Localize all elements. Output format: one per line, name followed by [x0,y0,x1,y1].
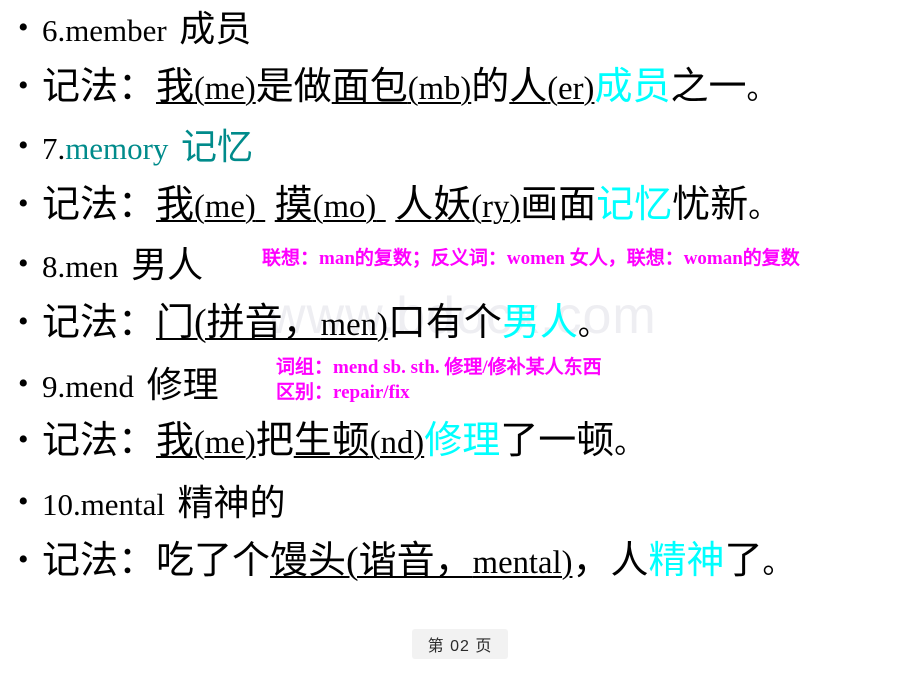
bullet-dot [14,182,42,226]
bullet-line-entry-8-mnemonic: 记法：门(拼音，men)口有个男人。 [14,300,914,348]
entry-6-mnemonic-text: 记法：我(me)是做面包(mb)的人(er)成员之一。 [42,66,777,108]
entry-9-headword-text: 9.mend 修理 [42,365,219,405]
entry-10-mnemonic-text: 记法：吃了个馒头(谐音，mental)，人精神了。 [42,540,793,582]
bullet-dot [14,242,42,286]
entry-10-headword-text: 10.mental 精神的 [42,483,286,523]
bullet-line-entry-10-mnemonic: 记法：吃了个馒头(谐音，mental)，人精神了。 [14,538,914,586]
bullet-line-entry-7-mnemonic: 记法：我(me) 摸(mo) 人妖(ry)画面记忆忧新。 [14,182,914,230]
bullet-dot [14,538,42,582]
bullet-dot [14,6,42,50]
bullet-line-entry-10-headword: 10.mental精神的 [14,480,914,528]
annotation-mend: 词组：mend sb. sth. 修理/修补某人东西 区别：repair/fix [276,355,916,405]
bullet-line-entry-9-mnemonic: 记法：我(me)把生顿(nd)修理了一顿。 [14,418,914,466]
bullet-line-entry-6-mnemonic: 记法：我(me)是做面包(mb)的人(er)成员之一。 [14,64,914,112]
bullet-line-entry-7-headword: 7.memory记忆 [14,124,914,172]
annotation-mend-line-2: 区别：repair/fix [276,382,410,403]
bullet-dot [14,418,42,462]
entry-6-headword-text: 6.member 成员 [42,9,252,49]
entry-8-headword-text: 8.men 男人 [42,245,204,285]
bullet-dot [14,64,42,108]
bullet-dot [14,362,42,406]
annotation-men: 联想：man的复数；反义词：women 女人，联想：woman的复数 [262,248,800,269]
slide-canvas: www.bdocx.com 6.member成员 记法：我(me)是做面包(mb… [0,0,920,690]
entry-7-headword-text: 7.memory 记忆 [42,127,253,167]
bullet-line-entry-6-headword: 6.member成员 [14,6,914,54]
entry-9-mnemonic-text: 记法：我(me)把生顿(nd)修理了一顿。 [42,420,645,462]
bullet-dot [14,300,42,344]
bullet-dot [14,124,42,168]
slide-footer: 第 02 页 [0,626,920,662]
page-number-label: 第 02 页 [427,638,493,655]
entry-8-mnemonic-text: 记法：门(拼音，men)口有个男人。 [42,302,609,344]
annotation-mend-line-1: 词组：mend sb. sth. 修理/修补某人东西 [276,357,602,378]
page-number-pill: 第 02 页 [411,629,509,659]
bullet-dot [14,480,42,524]
entry-7-mnemonic-text: 记法：我(me) 摸(mo) 人妖(ry)画面记忆忧新。 [42,184,779,226]
